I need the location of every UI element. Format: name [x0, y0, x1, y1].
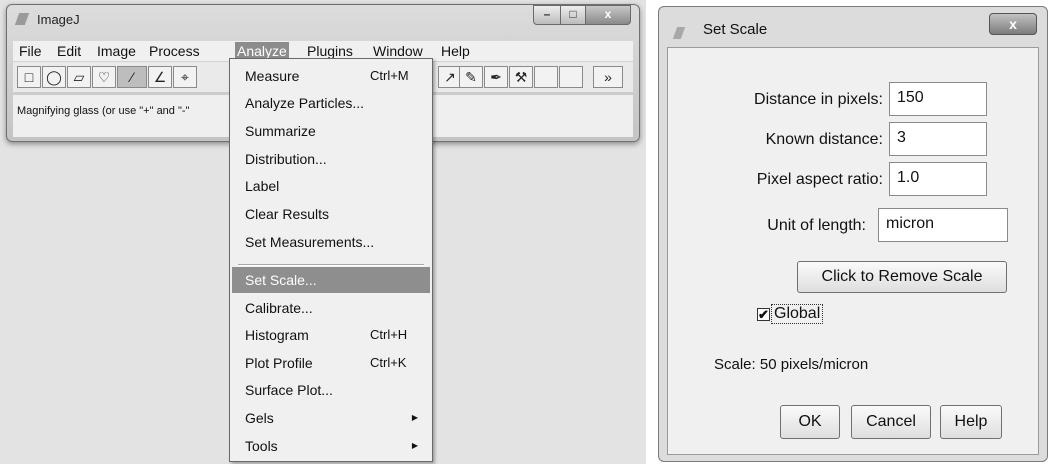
- menu-item-shortcut: Ctrl+H: [370, 327, 408, 342]
- status-text: Magnifying glass (or use "+" and "-": [17, 105, 190, 117]
- menu-image[interactable]: Image: [95, 42, 138, 60]
- dialog-body: Distance in pixels: 150 Known distance: …: [667, 47, 1039, 455]
- menu-item-label: Plot Profile: [245, 355, 313, 371]
- pixel-aspect-ratio-field[interactable]: 1.0: [889, 162, 987, 196]
- known-distance-label: Known distance:: [765, 131, 883, 148]
- imagej-titlebar[interactable]: ImageJ – □ x: [7, 5, 639, 33]
- menu-file[interactable]: File: [17, 42, 44, 60]
- help-button[interactable]: Help: [940, 405, 1002, 439]
- flood-fill-icon[interactable]: ⚒: [509, 66, 533, 88]
- line-tool-icon[interactable]: ⁄: [117, 66, 147, 88]
- menu-separator: [238, 264, 424, 266]
- rectangle-tool-icon[interactable]: □: [17, 66, 41, 88]
- global-checkbox[interactable]: ✔: [757, 308, 770, 321]
- menu-item-distribution[interactable]: Distribution...: [230, 146, 432, 172]
- global-label[interactable]: Global: [771, 304, 824, 324]
- menu-item-label: Distribution...: [245, 151, 327, 167]
- submenu-arrow-icon: ▶: [411, 413, 418, 422]
- dialog-titlebar[interactable]: Set Scale x: [659, 7, 1047, 51]
- menu-item-histogram[interactable]: Histogram Ctrl+H: [230, 322, 432, 348]
- freehand-tool-icon[interactable]: ♡: [92, 66, 116, 88]
- menu-item-label: Calibrate...: [245, 300, 313, 316]
- menu-process[interactable]: Process: [147, 42, 202, 60]
- panel-divider: [646, 0, 658, 464]
- menu-item-tools[interactable]: Tools ▶: [230, 433, 432, 459]
- close-button[interactable]: x: [586, 5, 631, 25]
- menu-item-label: Label: [245, 178, 280, 194]
- pencil-tool-icon[interactable]: ✎: [459, 66, 483, 88]
- point-tool-icon[interactable]: ⌖: [173, 66, 197, 88]
- menu-item-label: Analyze Particles...: [245, 95, 365, 111]
- menu-item-label: Histogram: [245, 327, 309, 343]
- menu-item-summarize[interactable]: Summarize: [230, 118, 432, 144]
- menu-item-label: Measure: [245, 68, 300, 84]
- menu-item-plot-profile[interactable]: Plot Profile Ctrl+K: [230, 350, 432, 376]
- minimize-button[interactable]: –: [533, 5, 561, 25]
- menu-item-label: Surface Plot...: [245, 382, 333, 398]
- menu-item-label: Set Measurements...: [245, 234, 375, 250]
- scale-readout: Scale: 50 pixels/micron: [714, 356, 869, 373]
- unit-of-length-label: Unit of length:: [767, 217, 866, 234]
- oval-tool-icon[interactable]: ◯: [42, 66, 66, 88]
- menu-item-label: Clear Results: [245, 206, 330, 222]
- cancel-button[interactable]: Cancel: [851, 405, 931, 439]
- menu-item-gels[interactable]: Gels ▶: [230, 405, 432, 431]
- caption-buttons: – □ x: [533, 5, 631, 25]
- imagej-title: ImageJ: [37, 12, 80, 27]
- empty-tool-slot[interactable]: [534, 66, 558, 88]
- dialog-close-button[interactable]: x: [989, 13, 1037, 35]
- menu-item-clear-results[interactable]: Clear Results: [230, 201, 432, 227]
- menu-item-set-scale[interactable]: Set Scale...: [232, 267, 430, 293]
- remove-scale-button[interactable]: Click to Remove Scale: [797, 261, 1007, 293]
- menu-item-label: Tools: [245, 438, 278, 454]
- dialog-title: Set Scale: [703, 21, 768, 38]
- angle-tool-icon[interactable]: ∠: [148, 66, 172, 88]
- menu-item-shortcut: Ctrl+K: [370, 355, 407, 370]
- java-app-icon: [672, 27, 686, 39]
- analyze-menu: Measure Ctrl+M Analyze Particles... Summa…: [229, 58, 433, 462]
- maximize-button[interactable]: □: [561, 5, 586, 25]
- menu-item-set-measurements[interactable]: Set Measurements...: [230, 229, 432, 255]
- brush-tool-icon[interactable]: ✒: [484, 66, 508, 88]
- menu-help[interactable]: Help: [439, 42, 472, 60]
- menu-edit[interactable]: Edit: [55, 42, 83, 60]
- submenu-arrow-icon: ▶: [411, 441, 418, 450]
- menu-item-label: Set Scale...: [245, 272, 317, 288]
- set-scale-dialog: Set Scale x Distance in pixels: 150 Know…: [658, 6, 1048, 462]
- distance-in-pixels-field[interactable]: 150: [889, 82, 987, 116]
- ok-button[interactable]: OK: [780, 405, 840, 439]
- more-tools-icon[interactable]: »: [593, 66, 623, 88]
- distance-label: Distance in pixels:: [754, 91, 883, 108]
- aspect-ratio-label: Pixel aspect ratio:: [756, 171, 883, 188]
- imagej-app-icon: [14, 13, 30, 25]
- menu-item-measure[interactable]: Measure Ctrl+M: [230, 63, 432, 89]
- menu-item-surface-plot[interactable]: Surface Plot...: [230, 377, 432, 403]
- menu-item-label: Gels: [245, 410, 274, 426]
- menu-item-shortcut: Ctrl+M: [370, 68, 409, 83]
- empty-tool-slot[interactable]: [559, 66, 583, 88]
- known-distance-field[interactable]: 3: [889, 122, 987, 156]
- menu-item-label-tool[interactable]: Label: [230, 173, 432, 199]
- menu-item-calibrate[interactable]: Calibrate...: [230, 295, 432, 321]
- menu-item-label: Summarize: [245, 123, 316, 139]
- unit-of-length-field[interactable]: micron: [878, 208, 1008, 242]
- menu-item-analyze-particles[interactable]: Analyze Particles...: [230, 90, 432, 116]
- polygon-tool-icon[interactable]: ▱: [67, 66, 91, 88]
